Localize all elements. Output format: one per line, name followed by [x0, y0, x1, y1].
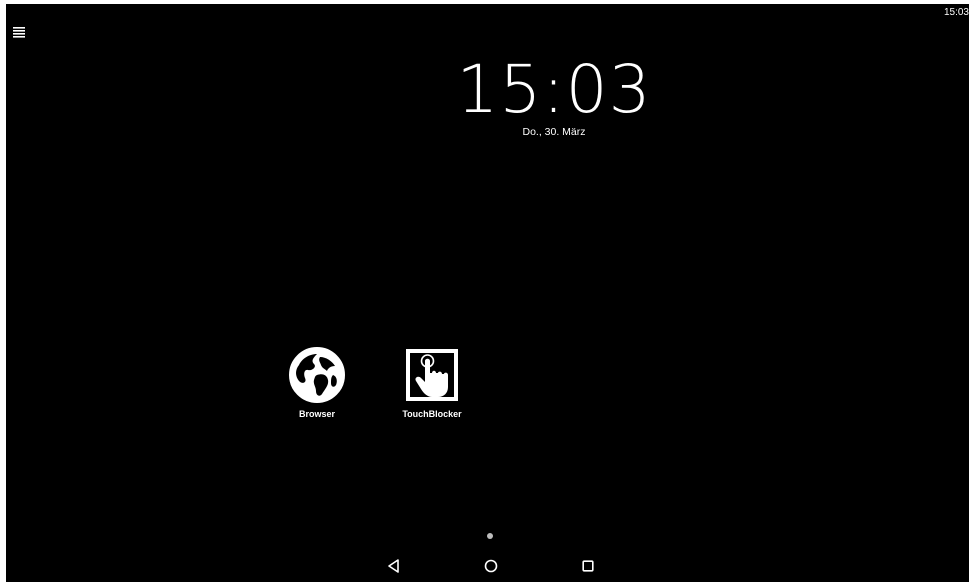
- status-bar-time: 15:03: [943, 7, 969, 18]
- app-browser[interactable]: Browser: [272, 345, 362, 419]
- home-screen: 15:03 15:03 Do., 30. März Browser TouchB…: [6, 4, 969, 582]
- app-label-touchblocker: TouchBlocker: [402, 409, 462, 419]
- globe-icon: [289, 347, 345, 403]
- back-triangle-icon[interactable]: [384, 556, 404, 576]
- touch-hand-icon: [406, 349, 458, 401]
- app-touchblocker[interactable]: TouchBlocker: [387, 345, 477, 419]
- app-label-browser: Browser: [298, 409, 335, 419]
- page-indicator-dot: [487, 533, 493, 539]
- recents-square-icon[interactable]: [578, 556, 598, 576]
- all-apps-menu-icon[interactable]: [12, 26, 26, 38]
- home-circle-icon[interactable]: [481, 556, 501, 576]
- clock-widget-date: Do., 30. März: [522, 126, 586, 138]
- clock-widget-time[interactable]: 15:03: [454, 54, 654, 126]
